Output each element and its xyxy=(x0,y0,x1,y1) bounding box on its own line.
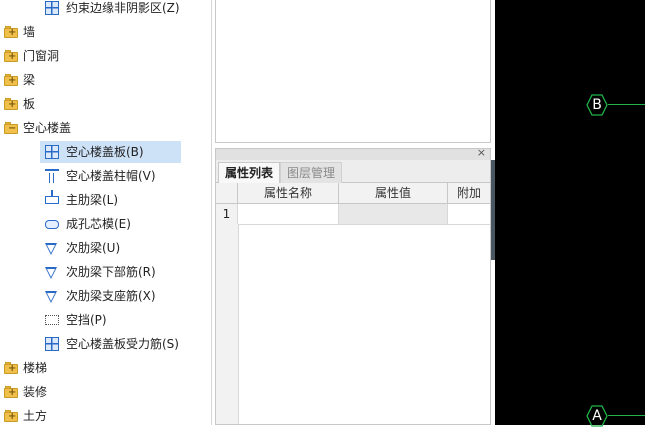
close-icon[interactable]: × xyxy=(477,146,486,159)
tree-item-label: 次肋梁支座筋(X) xyxy=(66,289,156,303)
tree-item-label: 次肋梁(U) xyxy=(66,241,121,255)
panel-title-bar[interactable]: × xyxy=(216,146,490,160)
tree-item[interactable]: + 装修 xyxy=(0,381,211,403)
tree-item[interactable]: + 板 xyxy=(0,93,211,115)
property-table-header: 属性名称 属性值 附加 xyxy=(216,183,490,204)
row-number-column xyxy=(216,224,239,424)
secondary-rib-icon xyxy=(45,243,57,255)
tree-item-label: 门窗洞 xyxy=(23,49,60,63)
tree-item-label: 楼梯 xyxy=(23,361,48,375)
folder-icon: + xyxy=(4,73,18,87)
core-mold-icon xyxy=(45,220,59,229)
hollow-slab-icon xyxy=(45,145,59,159)
axis-line xyxy=(608,104,645,105)
property-panel: × 属性列表 图层管理 属性名称 属性值 附加 1 xyxy=(215,146,491,425)
axis-label: B xyxy=(592,97,602,113)
tree-item-label: 次肋梁下部筋(R) xyxy=(66,265,156,279)
tree-item[interactable]: 空心楼盖柱帽(V) xyxy=(0,165,211,187)
header-property-value[interactable]: 属性值 xyxy=(339,183,448,203)
tree-item[interactable]: + 门窗洞 xyxy=(0,45,211,67)
tab-property-list[interactable]: 属性列表 xyxy=(218,162,281,183)
row-number: 1 xyxy=(216,204,238,224)
tree-item[interactable]: 空心楼盖板(B) xyxy=(40,141,181,163)
component-tree: 约束边缘非阴影区(Z) + 墙 + 门窗洞 + 梁 + 板 − 空心楼盖 空心楼盖板(B) 空心楼盖柱帽… xyxy=(0,0,212,425)
folder-icon: + xyxy=(4,385,18,399)
folder-icon: + xyxy=(4,97,18,111)
property-name-cell[interactable] xyxy=(238,204,339,224)
column-cap-icon xyxy=(45,169,59,183)
tree-item-label: 空心楼盖柱帽(V) xyxy=(66,169,156,183)
rib-bottom-bar-icon xyxy=(45,267,57,279)
table-row: 1 xyxy=(216,204,490,225)
header-property-name[interactable]: 属性名称 xyxy=(238,183,339,203)
tree-item[interactable]: 约束边缘非阴影区(Z) xyxy=(0,0,211,19)
tree-item-label: 约束边缘非阴影区(Z) xyxy=(66,1,180,15)
tree-item-label: 空心楼盖板(B) xyxy=(66,145,144,159)
axis-line xyxy=(608,415,645,416)
tree-item[interactable]: + 土方 xyxy=(0,405,211,427)
axis-label: A xyxy=(592,408,602,424)
main-rib-icon xyxy=(45,190,59,204)
tree-item[interactable]: 次肋梁支座筋(X) xyxy=(0,285,211,307)
property-value-cell[interactable] xyxy=(339,204,448,224)
folder-icon: + xyxy=(4,361,18,375)
tree-item[interactable]: 次肋梁下部筋(R) xyxy=(0,261,211,283)
folder-icon: + xyxy=(4,49,18,63)
tree-item-label: 墙 xyxy=(23,25,36,39)
tree-item[interactable]: 空心楼盖板受力筋(S) xyxy=(0,333,211,355)
tree-item-label: 板 xyxy=(23,97,36,111)
folder-icon: + xyxy=(4,25,18,39)
constraint-icon xyxy=(45,1,59,15)
void-icon xyxy=(45,315,59,325)
drawing-canvas[interactable]: B A xyxy=(495,0,645,427)
tree-item-label: 成孔芯模(E) xyxy=(66,217,131,231)
tree-item-label: 装修 xyxy=(23,385,48,399)
panel-tabs: 属性列表 图层管理 xyxy=(216,160,490,183)
tree-item-label: 梁 xyxy=(23,73,36,87)
additional-checkbox-cell[interactable] xyxy=(448,204,490,224)
tree-item[interactable]: 次肋梁(U) xyxy=(0,237,211,259)
tree-item-label: 空心楼盖板受力筋(S) xyxy=(66,337,179,351)
tree-item[interactable]: + 梁 xyxy=(0,69,211,91)
tree-item-label: 空挡(P) xyxy=(66,313,107,327)
slab-rebar-icon xyxy=(45,337,59,351)
header-additional[interactable]: 附加 xyxy=(448,183,490,203)
tree-item-label: 空心楼盖 xyxy=(23,121,72,135)
preview-pane xyxy=(215,0,491,143)
header-corner xyxy=(216,183,238,203)
tree-item[interactable]: − 空心楼盖 xyxy=(0,117,211,139)
tree-item[interactable]: + 墙 xyxy=(0,21,211,43)
tree-item[interactable]: 成孔芯模(E) xyxy=(0,213,211,235)
tree-item-label: 土方 xyxy=(23,409,48,423)
tree-item-label: 主肋梁(L) xyxy=(66,193,119,207)
folder-icon: + xyxy=(4,409,18,423)
tab-layer-management[interactable]: 图层管理 xyxy=(280,162,343,183)
tree-item[interactable]: 主肋梁(L) xyxy=(0,189,211,211)
rib-support-bar-icon xyxy=(45,291,57,303)
folder-minus-icon: − xyxy=(4,121,18,135)
tree-item[interactable]: + 楼梯 xyxy=(0,357,211,379)
tree-item[interactable]: 空挡(P) xyxy=(0,309,211,331)
